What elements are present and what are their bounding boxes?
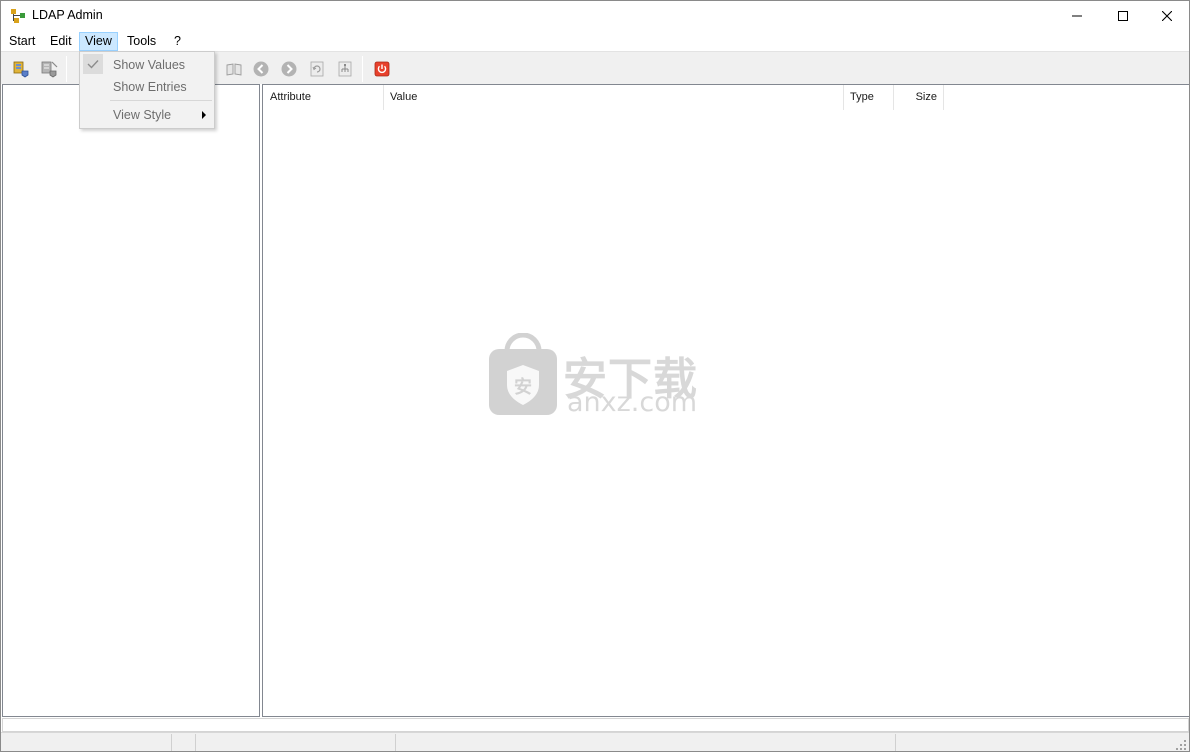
back-button[interactable] [250, 58, 272, 80]
menu-tools[interactable]: Tools [122, 32, 161, 51]
close-button[interactable] [1144, 1, 1189, 31]
toolbar-separator [362, 56, 363, 82]
watermark: 安 安下载 anxz.com [487, 331, 705, 421]
disconnect-icon [41, 61, 58, 78]
window-title: LDAP Admin [32, 8, 103, 22]
book-button[interactable] [223, 58, 245, 80]
menu-item-show-values[interactable]: Show Values [82, 54, 212, 76]
back-arrow-icon [253, 61, 269, 77]
minimize-icon [1072, 15, 1082, 17]
connect-icon [13, 61, 29, 78]
exit-icon [374, 61, 390, 77]
resize-grip-icon[interactable] [1175, 739, 1187, 751]
column-header-value[interactable]: Value [384, 85, 844, 110]
maximize-button[interactable] [1100, 1, 1146, 31]
status-bar [1, 732, 1189, 751]
minimize-button[interactable] [1054, 1, 1100, 31]
schema-icon [338, 61, 352, 77]
menu-bar: Start Edit View Tools ? [1, 31, 1189, 51]
menu-item-view-style-label: View Style [113, 108, 172, 122]
attribute-list-header: Attribute Value Type Size [263, 85, 944, 110]
column-header-size[interactable]: Size [894, 85, 944, 110]
forward-arrow-icon [281, 61, 297, 77]
disconnect-button[interactable] [38, 58, 60, 80]
watermark-text-en: anxz.com [567, 387, 698, 418]
menu-item-show-entries[interactable]: Show Entries [82, 76, 212, 98]
status-panel-2 [172, 734, 196, 751]
ldap-tree-icon [11, 9, 25, 23]
refresh-button[interactable] [306, 58, 328, 80]
view-dropdown-menu: Show Values Show Entries View Style [79, 51, 215, 129]
status-panel-1 [1, 734, 172, 751]
toolbar-separator [66, 56, 67, 82]
maximize-icon [1118, 11, 1128, 21]
menu-help[interactable]: ? [169, 32, 186, 51]
column-header-type[interactable]: Type [844, 85, 894, 110]
forward-button[interactable] [278, 58, 300, 80]
horizontal-scrollbar[interactable] [2, 718, 1189, 732]
shield-bag-icon: 安 [489, 333, 557, 415]
menu-view[interactable]: View [79, 32, 118, 51]
book-icon [226, 63, 242, 76]
column-header-attribute[interactable]: Attribute [263, 85, 384, 110]
menu-edit[interactable]: Edit [45, 32, 77, 51]
exit-button[interactable] [371, 58, 393, 80]
menu-separator [110, 100, 212, 101]
svg-text:安: 安 [514, 376, 532, 398]
status-panel-4 [396, 734, 896, 751]
status-panel-3 [196, 734, 396, 751]
refresh-icon [310, 61, 324, 77]
title-bar[interactable]: LDAP Admin [1, 1, 1189, 31]
close-icon [1162, 11, 1172, 21]
connect-button[interactable] [10, 58, 32, 80]
directory-tree-pane[interactable] [2, 84, 260, 717]
attribute-list-pane[interactable]: Attribute Value Type Size [262, 84, 1189, 717]
menu-start[interactable]: Start [4, 32, 40, 51]
app-window: LDAP Admin Start Edit View Tools ? Attri… [0, 0, 1190, 752]
menu-item-view-style[interactable]: View Style [82, 104, 212, 126]
submenu-arrow-icon [202, 111, 206, 119]
schema-button[interactable] [334, 58, 356, 80]
